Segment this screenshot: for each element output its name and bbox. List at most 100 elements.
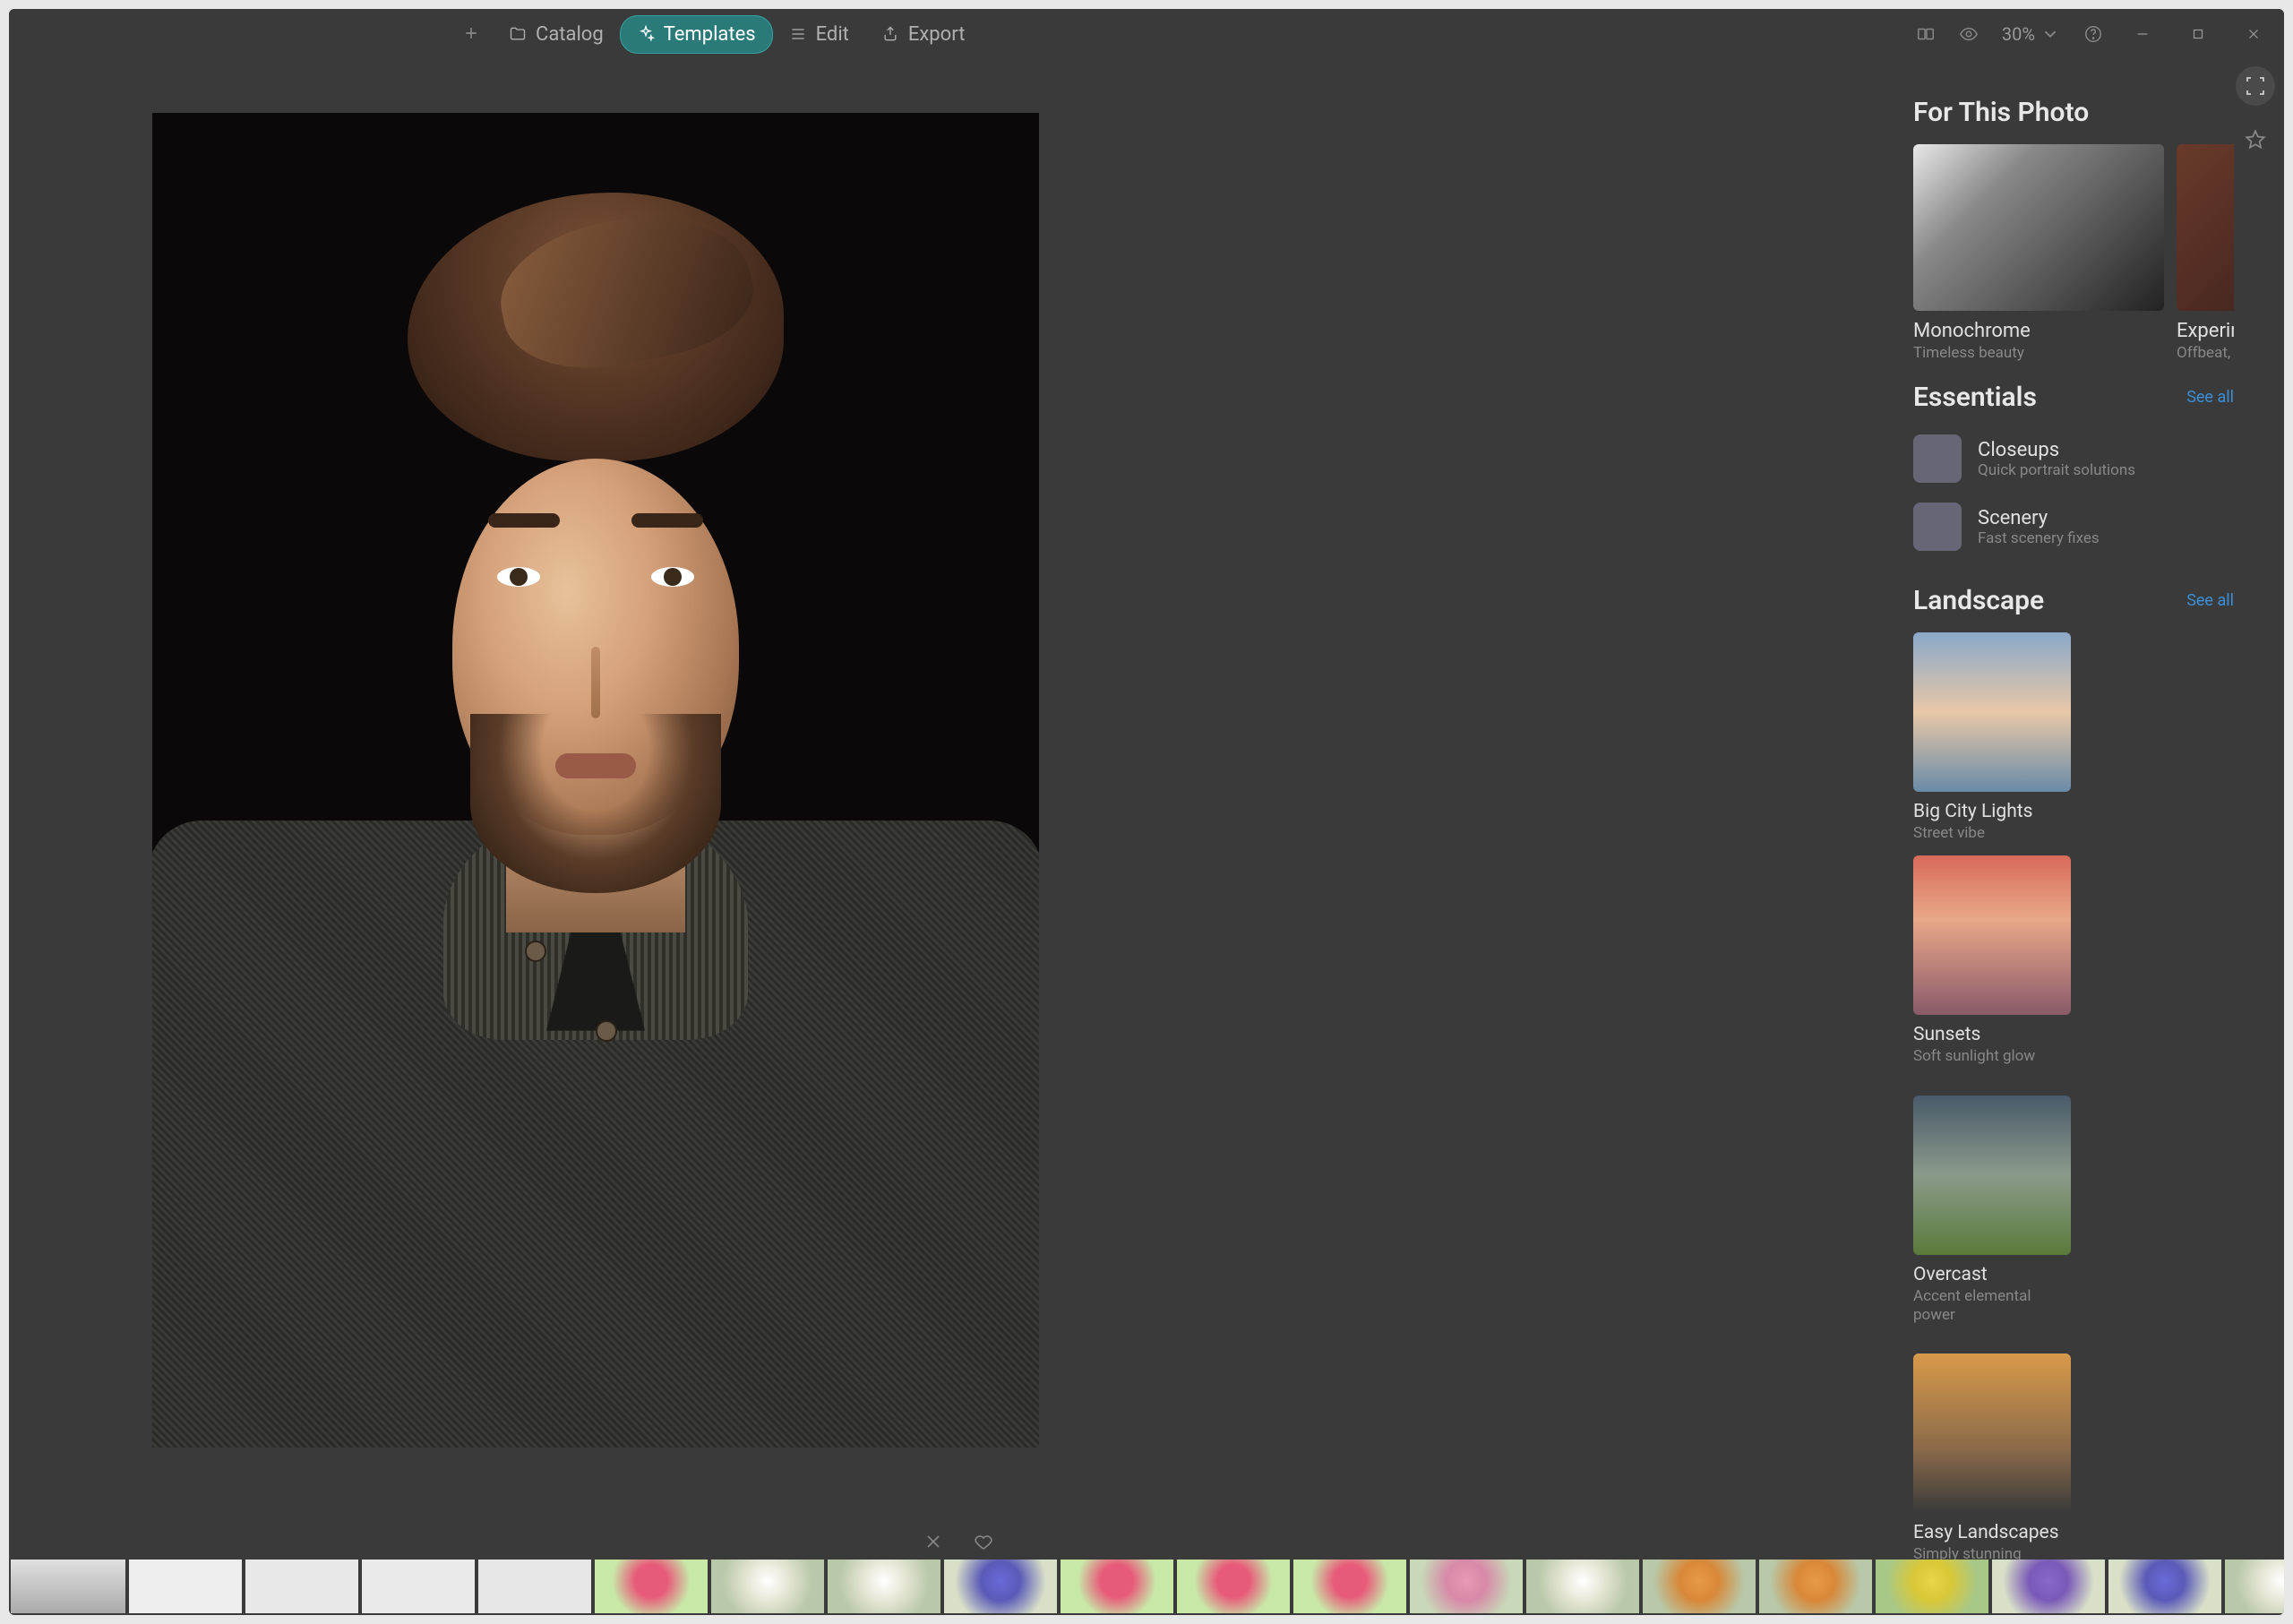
list-item-title: Closeups <box>1978 439 2135 461</box>
sparkle-icon <box>637 25 655 43</box>
favorite-templates-button[interactable] <box>2236 120 2275 159</box>
filmstrip-thumb[interactable] <box>11 1560 125 1613</box>
section-essentials: Essentials See all <box>1913 382 2234 413</box>
see-all-essentials[interactable]: See all <box>2186 388 2234 407</box>
template-subtitle: Timeless beauty <box>1913 344 2164 362</box>
section-title-label: For This Photo <box>1913 97 2089 128</box>
window-minimize[interactable] <box>2123 14 2162 54</box>
export-icon <box>881 25 899 43</box>
template-thumb <box>1913 1096 2071 1255</box>
filmstrip-thumb[interactable] <box>1876 1560 1988 1613</box>
filmstrip-thumb[interactable] <box>129 1560 242 1613</box>
expand-panel-button[interactable] <box>2236 66 2275 106</box>
template-title: Experim <box>2177 320 2234 342</box>
template-card-experimental[interactable]: Experim Offbeat, <box>2177 144 2234 362</box>
star-icon <box>2244 128 2267 151</box>
template-thumb <box>1913 1353 2071 1513</box>
window-maximize[interactable] <box>2178 14 2218 54</box>
essentials-item-closeups[interactable]: Closeups Quick portrait solutions <box>1913 429 2234 497</box>
template-thumb <box>2177 144 2234 311</box>
main-photo[interactable] <box>152 113 1039 1448</box>
filmstrip-thumb[interactable] <box>478 1560 591 1613</box>
top-bar: Catalog Templates Edit Export <box>9 9 2284 59</box>
see-all-landscape[interactable]: See all <box>2186 591 2234 610</box>
section-for-this-photo: For This Photo <box>1913 97 2234 128</box>
template-card-overcast[interactable]: Overcast Accent elemental power <box>1913 1096 2071 1326</box>
filmstrip-thumb[interactable] <box>1759 1560 1872 1613</box>
template-subtitle: Offbeat, <box>2177 344 2234 362</box>
folder-icon <box>509 25 527 43</box>
reject-icon[interactable] <box>923 1531 944 1552</box>
canvas-viewport[interactable] <box>9 59 1908 1518</box>
help-button[interactable] <box>2080 21 2107 47</box>
template-subtitle: Street vibe <box>1913 824 2071 843</box>
nav-templates[interactable]: Templates <box>620 15 773 54</box>
nav-export-label: Export <box>908 23 966 46</box>
add-button[interactable] <box>450 14 493 54</box>
filmstrip-thumb[interactable] <box>1061 1560 1173 1613</box>
filmstrip-thumb[interactable] <box>711 1560 824 1613</box>
maximize-icon <box>2190 26 2206 42</box>
window-close[interactable] <box>2234 14 2273 54</box>
nav-catalog-label: Catalog <box>536 23 604 46</box>
template-title: Big City Lights <box>1913 801 2071 822</box>
filmstrip-thumb[interactable] <box>1177 1560 1290 1613</box>
app-window: Catalog Templates Edit Export <box>9 9 2284 1615</box>
list-item-subtitle: Quick portrait solutions <box>1978 461 2135 479</box>
template-card-big-city-lights[interactable]: Big City Lights Street vibe <box>1913 632 2071 843</box>
filmstrip-thumb[interactable] <box>245 1560 358 1613</box>
section-landscape: Landscape See all <box>1913 585 2234 616</box>
favorite-icon[interactable] <box>973 1531 994 1552</box>
floating-tool-icons <box>2236 66 2275 159</box>
filmstrip-thumb[interactable] <box>362 1560 475 1613</box>
list-item-title: Scenery <box>1978 507 2100 529</box>
filmstrip-thumb[interactable] <box>1410 1560 1523 1613</box>
template-thumb <box>1913 855 2071 1015</box>
template-subtitle: Soft sunlight glow <box>1913 1047 2071 1066</box>
close-icon <box>2246 26 2262 42</box>
filmstrip-thumb[interactable] <box>2225 1560 2284 1613</box>
section-title-label: Essentials <box>1913 382 2037 413</box>
filmstrip-thumb[interactable] <box>2108 1560 2221 1613</box>
filmstrip-thumb[interactable] <box>944 1560 1057 1613</box>
zoom-dropdown[interactable]: 30% <box>1998 20 2064 48</box>
filmstrip-thumb[interactable] <box>828 1560 940 1613</box>
filmstrip-thumb[interactable] <box>1293 1560 1406 1613</box>
zoom-value: 30% <box>2002 23 2035 45</box>
list-thumb <box>1913 503 1962 551</box>
template-title: Monochrome <box>1913 320 2164 342</box>
essentials-item-scenery[interactable]: Scenery Fast scenery fixes <box>1913 497 2234 565</box>
filmstrip[interactable] <box>9 1560 2284 1615</box>
template-subtitle: Simply stunning landscapes <box>1913 1545 2071 1560</box>
filmstrip-thumb[interactable] <box>1643 1560 1756 1613</box>
template-title: Easy Landscapes <box>1913 1522 2071 1543</box>
preview-toggle[interactable] <box>1955 21 1982 47</box>
filmstrip-thumb[interactable] <box>1526 1560 1639 1613</box>
list-thumb <box>1913 434 1962 483</box>
section-title-label: Landscape <box>1913 585 2044 616</box>
template-title: Overcast <box>1913 1264 2071 1285</box>
expand-icon <box>2245 75 2266 97</box>
compare-icon <box>1916 24 1936 44</box>
nav-templates-label: Templates <box>664 23 756 46</box>
template-title: Sunsets <box>1913 1024 2071 1045</box>
list-item-subtitle: Fast scenery fixes <box>1978 529 2100 547</box>
nav-export[interactable]: Export <box>865 16 982 53</box>
nav-edit-label: Edit <box>816 23 849 46</box>
compare-toggle[interactable] <box>1912 21 1939 47</box>
chevron-down-icon <box>2040 24 2060 44</box>
canvas-area <box>9 59 1908 1560</box>
template-subtitle: Accent elemental power <box>1913 1287 2071 1326</box>
template-thumb <box>1913 144 2164 311</box>
template-thumb <box>1913 632 2071 792</box>
nav-catalog[interactable]: Catalog <box>493 16 620 53</box>
sliders-icon <box>789 25 807 43</box>
template-card-easy-landscapes[interactable]: Easy Landscapes Simply stunning landscap… <box>1913 1353 2071 1560</box>
filmstrip-thumb[interactable] <box>595 1560 708 1613</box>
template-card-sunsets[interactable]: Sunsets Soft sunlight glow <box>1913 855 2071 1066</box>
templates-panel[interactable]: For This Photo Monochrome Timeless beaut… <box>1908 59 2284 1560</box>
help-icon <box>2083 24 2103 44</box>
nav-edit[interactable]: Edit <box>773 16 865 53</box>
template-card-monochrome[interactable]: Monochrome Timeless beauty <box>1913 144 2164 362</box>
filmstrip-thumb[interactable] <box>1992 1560 2105 1613</box>
